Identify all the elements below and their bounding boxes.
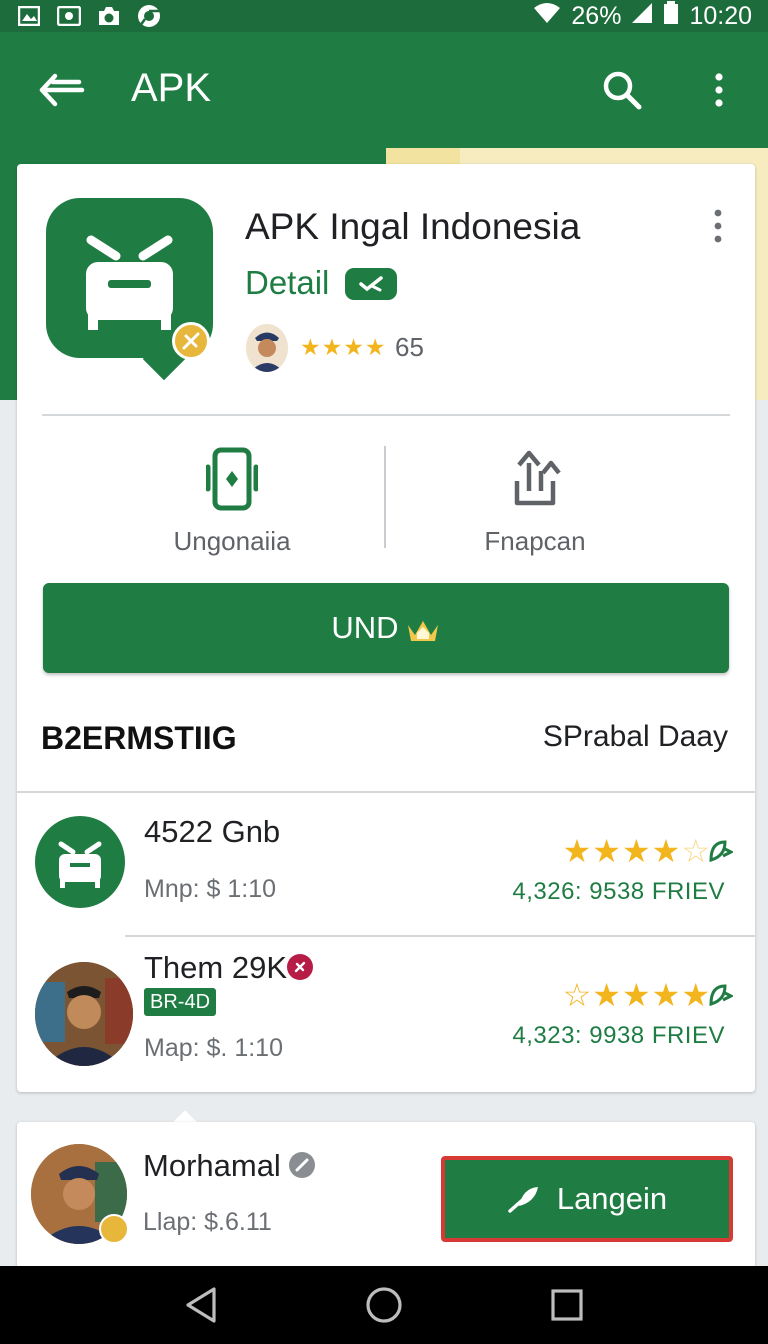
section-link[interactable]: SPrabal Daay: [543, 720, 728, 754]
tools-icon: [182, 332, 200, 350]
list-item-avatar: [35, 962, 133, 1066]
action-left-label: Ungonaiia: [173, 526, 291, 556]
crown-hand-icon: [407, 621, 438, 641]
rating-count: 65: [395, 332, 424, 362]
app-detail-card: APK Ingal Indonesia Detail ★★★★ 65 Ungon…: [17, 164, 755, 1092]
divider: [42, 414, 730, 416]
action-divider: [384, 446, 386, 548]
action-uninstall[interactable]: Ungonaiia: [147, 444, 317, 556]
list-item[interactable]: Them 29K BR-4D Map: $. 1:10 ☆★★★★ 4,323:…: [17, 938, 755, 1088]
square-recents-icon: [551, 1289, 583, 1321]
chrome-icon: [136, 5, 162, 27]
feather-icon: [508, 1187, 538, 1213]
list-item-stats: 4,323: 9938 FRIEV: [512, 1022, 725, 1049]
app-name: APK Ingal Indonesia: [245, 206, 581, 247]
login-button-label: Langein: [556, 1181, 668, 1216]
verified-icon: [289, 1152, 315, 1178]
more-vert-icon: [714, 209, 722, 243]
app-logo-icon: [58, 841, 102, 888]
triangle-back-icon: [186, 1287, 216, 1323]
gallery-icon: [16, 5, 42, 27]
install-button-label: UND: [331, 610, 399, 645]
list-item[interactable]: 4522 Gnb Mnp: $ 1:10 ★★★★☆ 4,326: 9538 F…: [17, 794, 755, 934]
rating-stars: ★★★★: [300, 334, 387, 360]
battery-percent: 26%: [571, 1, 622, 30]
user-name: Morhamal: [143, 1148, 281, 1183]
card-more-button[interactable]: [703, 204, 733, 248]
more-vert-icon: [715, 73, 723, 107]
list-item-subtitle: Mnp: $ 1:10: [144, 875, 277, 903]
detail-link[interactable]: Detail: [245, 264, 329, 302]
nav-home-button[interactable]: [354, 1275, 414, 1335]
app-bar: APK: [0, 32, 768, 148]
list-item-stars: ☆★★★★: [562, 977, 711, 1013]
signal-icon: [631, 2, 653, 31]
user-card: Morhamal Llap: $.6.11 Langein: [17, 1122, 755, 1282]
back-arrow-icon: [39, 73, 85, 107]
user-badge-icon: [99, 1214, 129, 1244]
image-icon: [56, 5, 82, 27]
divider: [17, 791, 755, 793]
action-right-label: Fnapcan: [484, 526, 586, 556]
app-icon-badge: [172, 322, 210, 360]
battery-icon: [663, 0, 679, 32]
search-icon: [603, 71, 642, 110]
nav-back-button[interactable]: [171, 1275, 231, 1335]
app-bar-title: APK: [131, 66, 212, 110]
leaf-arrow-icon: [709, 984, 733, 1006]
wifi-icon: [533, 2, 561, 31]
status-bar-left: [16, 5, 162, 27]
flag-icon: [287, 954, 313, 980]
divider: [125, 935, 755, 937]
list-item-stats: 4,326: 9538 FRIEV: [512, 878, 725, 905]
status-bar: 26% 10:20: [0, 0, 768, 32]
verified-badge: [345, 268, 397, 300]
status-bar-right: 26% 10:20: [533, 0, 752, 32]
list-item-subtitle: Map: $. 1:10: [144, 1034, 283, 1062]
list-item-title: 4522 Gnb: [144, 814, 281, 849]
back-button[interactable]: [34, 62, 90, 118]
login-button[interactable]: Langein: [441, 1156, 733, 1242]
verified-check-icon: [359, 276, 383, 292]
list-item-icon: [35, 816, 125, 908]
user-subtitle: Llap: $.6.11: [143, 1208, 272, 1236]
camera-icon: [96, 5, 122, 27]
developer-avatar[interactable]: [246, 324, 288, 372]
circle-home-icon: [366, 1287, 402, 1323]
overflow-menu-button[interactable]: [694, 62, 744, 118]
leaf-arrow-icon: [709, 840, 733, 862]
share-icon: [505, 444, 565, 514]
list-item-stars: ★★★★☆: [563, 832, 711, 870]
list-item-title: Them 29K: [144, 950, 288, 985]
install-button[interactable]: UND: [43, 583, 729, 673]
phone-app-icon: [202, 444, 262, 514]
list-item-stars-filled: ★★★★: [562, 833, 682, 869]
system-nav-bar: [0, 1266, 768, 1344]
section-title: B2ERMSTIIG: [41, 720, 237, 756]
search-button[interactable]: [594, 62, 650, 118]
action-share[interactable]: Fnapcan: [465, 444, 605, 556]
clock: 10:20: [689, 1, 752, 30]
nav-recents-button[interactable]: [537, 1275, 597, 1335]
list-item-tag: BR-4D: [144, 988, 217, 1016]
